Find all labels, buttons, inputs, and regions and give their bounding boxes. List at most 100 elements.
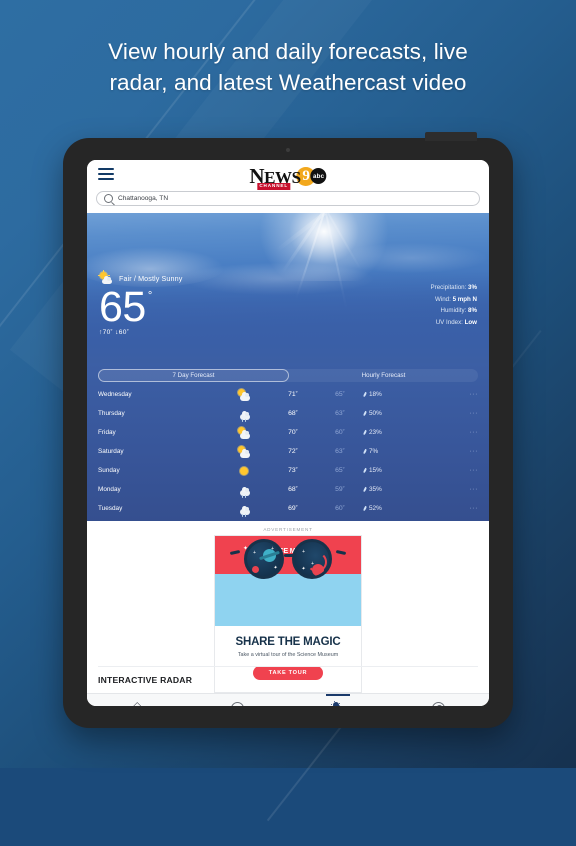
- stat-wind: Wind: 5 mph N: [435, 295, 477, 303]
- forecast-high: 68˚: [288, 486, 298, 493]
- row-more-icon[interactable]: ···: [456, 486, 478, 493]
- sun-behind-cloud-icon: [218, 426, 270, 439]
- forecast-precip: 52%: [362, 505, 456, 512]
- left-lens: ✦ + +: [244, 539, 284, 579]
- logo-abc: abc: [310, 168, 327, 184]
- nav-item-watch[interactable]: Watch: [188, 694, 289, 706]
- forecast-high: 71˚: [288, 391, 298, 398]
- row-more-icon[interactable]: ···: [456, 467, 478, 474]
- degree-symbol: °: [147, 290, 153, 302]
- search-bar-container: Chattanooga, TN: [87, 191, 489, 213]
- table-row[interactable]: Saturday 72˚ 63˚ 7% ···: [87, 442, 489, 461]
- high-low-temperature: ↑70˚ ↓60˚: [99, 329, 130, 336]
- ad-subhead: Take a virtual tour of the Science Museu…: [237, 652, 339, 658]
- forecast-low: 63˚: [335, 410, 345, 417]
- take-tour-button[interactable]: TAKE TOUR: [252, 666, 324, 680]
- forecast-precip: 15%: [362, 467, 456, 474]
- stat-precipitation: Precipitation: 3%: [430, 284, 477, 291]
- bottom-navigation: Newsfeed Watch Weather Me: [87, 693, 489, 706]
- section-divider: [98, 666, 478, 667]
- rain-cloud-icon: [218, 503, 270, 517]
- right-lens: + + ✦: [292, 539, 332, 579]
- ad-bottom-band: [215, 574, 361, 626]
- tablet-device-frame: NEWS CHANNEL 9 abc Chattanooga, TN Fair …: [63, 132, 513, 728]
- tablet-screen: NEWS CHANNEL 9 abc Chattanooga, TN Fair …: [87, 160, 489, 706]
- forecast-precip: 50%: [362, 410, 456, 417]
- table-row[interactable]: Wednesday 71˚ 65˚ 18% ···: [87, 385, 489, 404]
- advertisement-banner[interactable]: ✦ SCIENCE MUSEUM ✦ + + +: [214, 535, 362, 693]
- row-more-icon[interactable]: ···: [456, 429, 478, 436]
- rain-cloud-icon: [218, 408, 270, 422]
- logo-wordmark: NEWS CHANNEL: [249, 163, 301, 190]
- forecast-tabs: 7 Day Forecast Hourly Forecast: [98, 369, 478, 382]
- forecast-high: 69˚: [288, 505, 298, 512]
- forecast-low: 59˚: [335, 486, 345, 493]
- raindrop-icon: [362, 448, 368, 455]
- forecast-high: 70˚: [288, 429, 298, 436]
- forecast-low: 60˚: [335, 429, 345, 436]
- forecast-precip: 18%: [362, 391, 456, 398]
- forecast-low: 63˚: [335, 448, 345, 455]
- current-conditions-stats: Precipitation: 3% Wind: 5 mph N Humidity…: [431, 282, 477, 328]
- forecast-high: 68˚: [288, 410, 298, 417]
- sun-behind-cloud-icon: [218, 388, 270, 401]
- table-row[interactable]: Tuesday 69˚ 60˚ 52% ···: [87, 499, 489, 518]
- search-input-value: Chattanooga, TN: [118, 195, 169, 202]
- raindrop-icon: [362, 410, 368, 417]
- sun-behind-cloud-icon: [218, 445, 270, 458]
- forecast-day: Sunday: [98, 467, 120, 474]
- table-row[interactable]: Friday 70˚ 60˚ 23% ···: [87, 423, 489, 442]
- location-search-input[interactable]: Chattanooga, TN: [96, 191, 480, 206]
- search-icon: [104, 194, 113, 203]
- nav-item-weather[interactable]: Weather: [288, 694, 389, 706]
- ad-copy: SHARE THE MAGIC Take a virtual tour of t…: [215, 626, 361, 692]
- sun-cloud-rain-icon: [330, 700, 346, 706]
- logo-channel-badge: CHANNEL: [257, 183, 291, 190]
- forecast-precip: 7%: [362, 448, 456, 455]
- table-row[interactable]: Thursday 68˚ 63˚ 50% ···: [87, 404, 489, 423]
- row-more-icon[interactable]: ···: [456, 448, 478, 455]
- app-header: NEWS CHANNEL 9 abc: [87, 160, 489, 191]
- forecast-day: Friday: [98, 429, 116, 436]
- interactive-radar-title: INTERACTIVE RADAR: [98, 675, 193, 685]
- row-more-icon[interactable]: ···: [456, 505, 478, 512]
- forecast-precip: 35%: [362, 486, 456, 493]
- raindrop-icon: [362, 486, 368, 493]
- forecast-day: Wednesday: [98, 391, 132, 398]
- promo-headline-line2: radar, and latest Weathercast video: [109, 70, 467, 95]
- row-more-icon[interactable]: ···: [456, 410, 478, 417]
- nav-item-me[interactable]: Me: [389, 694, 490, 706]
- forecast-high: 73˚: [288, 467, 298, 474]
- current-temperature: 65 °: [99, 283, 153, 331]
- cloud-wisp: [337, 243, 487, 273]
- rain-cloud-icon: [218, 484, 270, 498]
- forecast-day: Thursday: [98, 410, 125, 417]
- tab-hourly-forecast[interactable]: Hourly Forecast: [289, 369, 478, 382]
- tab-7-day-forecast[interactable]: 7 Day Forecast: [98, 369, 289, 382]
- row-more-icon[interactable]: ···: [456, 391, 478, 398]
- raindrop-icon: [362, 429, 368, 436]
- forecast-low: 65˚: [335, 391, 345, 398]
- temperature-value: 65: [99, 283, 146, 331]
- stat-uv-index: UV Index: Low: [435, 318, 477, 326]
- hamburger-menu-icon[interactable]: [98, 168, 114, 180]
- news-channel-9-logo[interactable]: NEWS CHANNEL 9 abc: [249, 163, 327, 190]
- forecast-day: Monday: [98, 486, 121, 493]
- forecast-high: 72˚: [288, 448, 298, 455]
- forecast-rows: Wednesday 71˚ 65˚ 18% ··· Thursday 68˚ 6…: [87, 385, 489, 518]
- home-icon: [130, 701, 146, 706]
- ad-headline: SHARE THE MAGIC: [235, 636, 341, 648]
- table-row[interactable]: Monday 68˚ 59˚ 35% ···: [87, 480, 489, 499]
- forecast-day: Saturday: [98, 448, 124, 455]
- person-circle-icon: [431, 702, 446, 706]
- promo-headline: View hourly and daily forecasts, live ra…: [0, 36, 576, 98]
- current-weather-hero: Fair / Mostly Sunny 65 ° ↑70˚ ↓60˚ Preci…: [87, 213, 489, 363]
- power-button[interactable]: [425, 132, 477, 141]
- raindrop-icon: [362, 391, 368, 398]
- table-row[interactable]: Sunday 73˚ 65˚ 15% ···: [87, 461, 489, 480]
- raindrop-icon: [362, 505, 368, 512]
- forecast-precip: 23%: [362, 429, 456, 436]
- nav-item-newsfeed[interactable]: Newsfeed: [87, 694, 188, 706]
- forecast-low: 65˚: [335, 467, 345, 474]
- forecast-low: 60˚: [335, 505, 345, 512]
